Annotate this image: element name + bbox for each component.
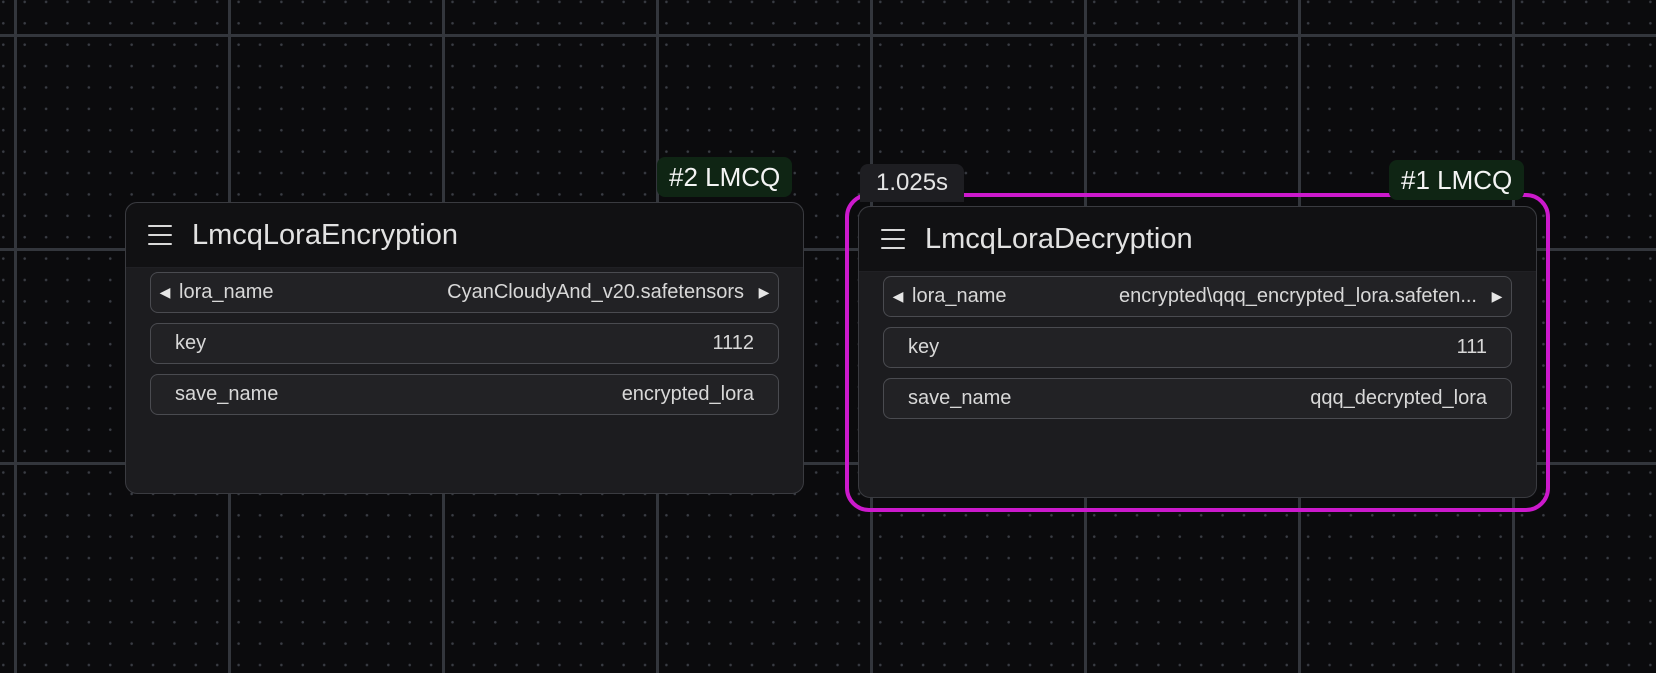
widget-value: CyanCloudyAnd_v20.safetensors xyxy=(447,281,744,303)
lora-name-combo[interactable]: ◀ lora_name CyanCloudyAnd_v20.safetensor… xyxy=(150,272,779,313)
node-title: LmcqLoraDecryption xyxy=(925,222,1193,255)
widget-label: lora_name xyxy=(179,281,274,303)
encryption-node[interactable]: LmcqLoraEncryption ◀ lora_name CyanCloud… xyxy=(125,202,804,494)
node-title: LmcqLoraEncryption xyxy=(192,218,458,251)
menu-icon[interactable] xyxy=(881,229,905,249)
key-field[interactable]: key 1112 xyxy=(150,323,779,364)
widget-value: 1112 xyxy=(712,332,754,354)
widget-label: key xyxy=(175,332,207,354)
save-name-field[interactable]: save_name encrypted_lora xyxy=(150,374,779,415)
save-name-field[interactable]: save_name qqq_decrypted_lora xyxy=(883,378,1512,419)
menu-icon[interactable] xyxy=(148,225,172,245)
widget-value: 111 xyxy=(1456,336,1487,358)
widget-label: save_name xyxy=(175,383,279,405)
widget-value: encrypted_lora xyxy=(621,383,754,405)
right-arrow-icon[interactable]: ▶ xyxy=(750,284,778,301)
widget-label: key xyxy=(908,336,940,358)
execution-timer: 1.025s xyxy=(860,164,965,202)
left-arrow-icon[interactable]: ◀ xyxy=(884,288,912,305)
widget-value: encrypted\qqq_encrypted_lora.safeten... xyxy=(1118,285,1477,307)
widget-label: save_name xyxy=(908,387,1012,409)
key-field[interactable]: key 111 xyxy=(883,327,1512,368)
node-badge: #2 LMCQ xyxy=(657,157,793,197)
decryption-node[interactable]: LmcqLoraDecryption ◀ lora_name encrypted… xyxy=(858,206,1537,498)
node-header[interactable]: LmcqLoraDecryption xyxy=(859,207,1536,272)
widget-value: qqq_decrypted_lora xyxy=(1310,387,1487,409)
right-arrow-icon[interactable]: ▶ xyxy=(1483,288,1511,305)
left-arrow-icon[interactable]: ◀ xyxy=(151,284,179,301)
widget-label: lora_name xyxy=(912,285,1007,307)
node-header[interactable]: LmcqLoraEncryption xyxy=(126,203,803,268)
lora-name-combo[interactable]: ◀ lora_name encrypted\qqq_encrypted_lora… xyxy=(883,276,1512,317)
node-badge: #1 LMCQ xyxy=(1389,160,1525,200)
